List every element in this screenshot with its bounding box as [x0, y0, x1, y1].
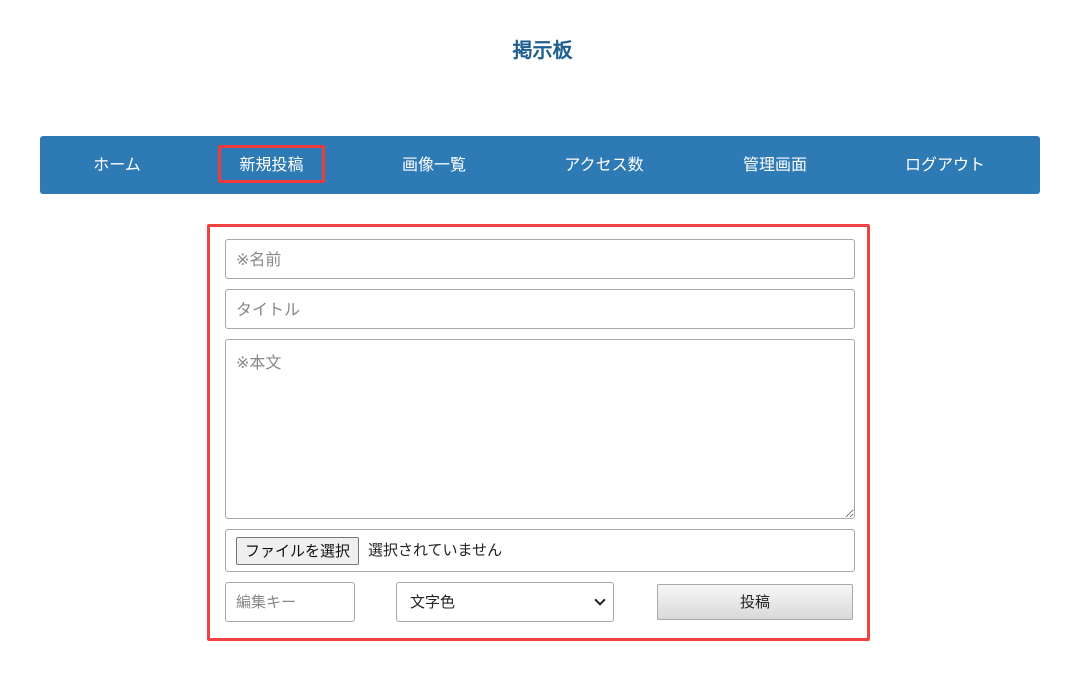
text-color-select-value: 文字色	[410, 593, 456, 611]
chevron-down-icon	[594, 594, 606, 606]
nav-item-access-count[interactable]: アクセス数	[554, 136, 654, 194]
nav-item-admin[interactable]: 管理画面	[735, 136, 815, 194]
page-title: 掲示板	[512, 38, 573, 62]
edit-key-input[interactable]	[225, 582, 355, 622]
file-upload: ファイルを選択 選択されていません	[225, 529, 855, 572]
name-input[interactable]	[225, 239, 855, 279]
main-nav: ホーム 新規投稿 画像一覧 アクセス数 管理画面 ログアウト	[40, 136, 1040, 194]
file-status-text: 選択されていません	[368, 541, 503, 559]
nav-item-image-list[interactable]: 画像一覧	[394, 136, 474, 194]
nav-item-new-post[interactable]: 新規投稿	[218, 145, 325, 183]
nav-item-logout[interactable]: ログアウト	[895, 136, 995, 194]
text-color-select[interactable]: 文字色	[396, 582, 614, 622]
nav-item-home[interactable]: ホーム	[84, 136, 150, 194]
submit-button[interactable]: 投稿	[657, 584, 853, 620]
choose-file-button[interactable]: ファイルを選択	[236, 537, 360, 565]
title-input[interactable]	[225, 289, 855, 329]
body-textarea[interactable]	[225, 339, 855, 519]
